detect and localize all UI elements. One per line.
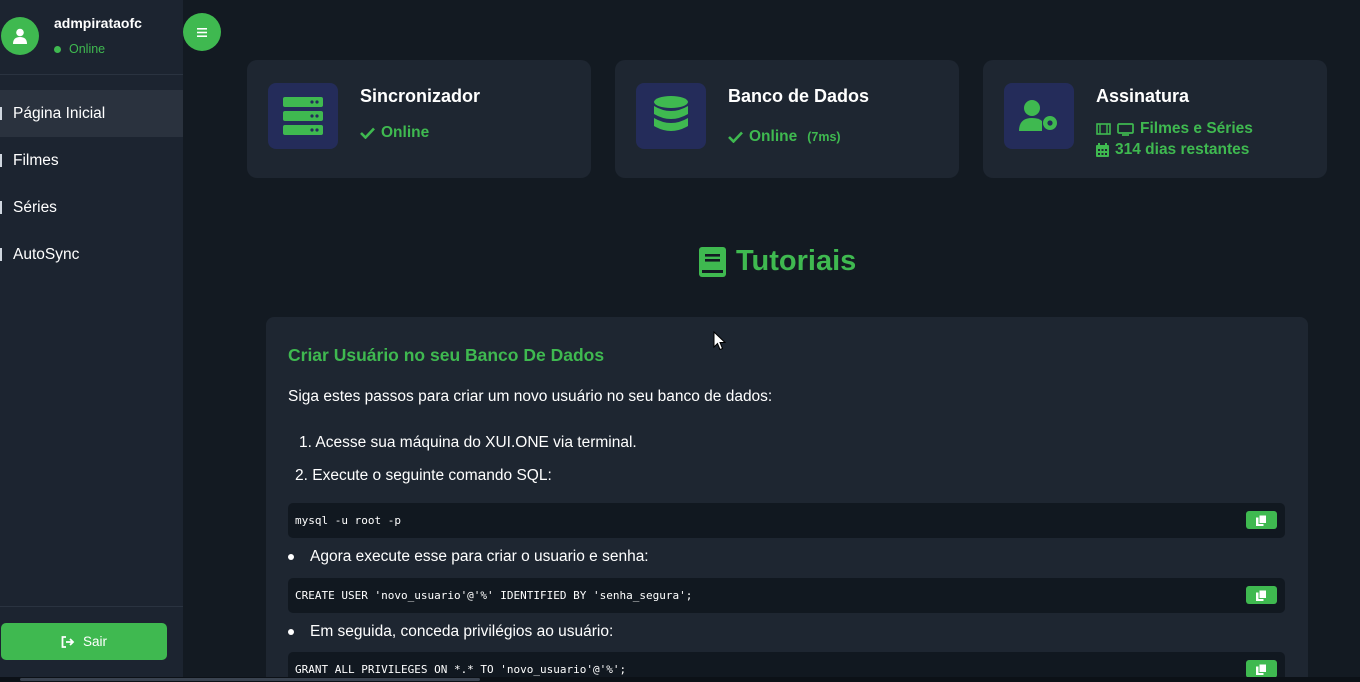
sidebar-item-autosync[interactable]: AutoSync bbox=[0, 231, 183, 278]
tutorial-title: Criar Usuário no seu Banco De Dados bbox=[288, 345, 605, 365]
check-icon bbox=[728, 131, 743, 143]
tutorial-panel: Criar Usuário no seu Banco De Dados Siga… bbox=[266, 317, 1308, 682]
sidebar-divider bbox=[0, 606, 183, 607]
calendar-icon bbox=[1096, 143, 1109, 157]
tutorial-intro: Siga estes passos para criar um novo usu… bbox=[288, 388, 773, 405]
sidebar: admpirataofc Online Página Inicial Filme… bbox=[0, 0, 183, 682]
code-text: mysql -u root -p bbox=[295, 514, 401, 527]
tv-icon bbox=[1117, 122, 1134, 136]
copy-icon bbox=[1256, 663, 1267, 675]
subscription-plan-label: Filmes e Séries bbox=[1140, 120, 1253, 137]
book-icon bbox=[699, 246, 726, 277]
username: admpirataofc bbox=[54, 15, 142, 31]
database-latency: (7ms) bbox=[807, 130, 841, 144]
user-cog-icon bbox=[1019, 100, 1057, 131]
sidebar-item-label: Séries bbox=[13, 198, 57, 216]
hamburger-icon bbox=[197, 27, 207, 37]
code-text: CREATE USER 'novo_usuario'@'%' IDENTIFIE… bbox=[295, 589, 693, 602]
tutorials-heading: Tutoriais bbox=[699, 245, 856, 278]
sidebar-item-label: Filmes bbox=[13, 151, 59, 169]
sign-out-icon bbox=[61, 635, 75, 648]
database-icon bbox=[654, 96, 688, 131]
status-dot-icon bbox=[54, 45, 61, 53]
film-icon bbox=[1096, 123, 1111, 135]
bullet-icon bbox=[288, 554, 294, 560]
tutorial-step-2: 2. Execute o seguinte comando SQL: bbox=[295, 467, 552, 484]
sync-card-title: Sincronizador bbox=[360, 86, 481, 106]
code-text: GRANT ALL PRIVILEGES ON *.* TO 'novo_usu… bbox=[295, 663, 627, 676]
sidebar-item-pagina-inicial[interactable]: Página Inicial bbox=[0, 90, 183, 137]
tutorial-step-1: 1. Acesse sua máquina do XUI.ONE via ter… bbox=[299, 434, 637, 451]
user-profile: admpirataofc Online bbox=[0, 0, 183, 75]
tutorial-bullet: Agora execute esse para criar o usuario … bbox=[288, 548, 649, 566]
database-icon-box bbox=[636, 83, 706, 149]
database-status-card: Banco de Dados Online (7ms) bbox=[615, 60, 959, 178]
tutorial-bullet-text: Em seguida, conceda privilégios ao usuár… bbox=[310, 623, 614, 640]
copy-button[interactable] bbox=[1246, 586, 1277, 604]
sidebar-item-series[interactable]: Séries bbox=[0, 184, 183, 231]
subscription-remaining: 314 dias restantes bbox=[1096, 141, 1249, 159]
tutorials-heading-label: Tutoriais bbox=[736, 245, 857, 277]
user-status-label: Online bbox=[69, 42, 106, 56]
copy-button[interactable] bbox=[1246, 660, 1277, 678]
subscription-remaining-label: 314 dias restantes bbox=[1115, 141, 1250, 158]
code-block: CREATE USER 'novo_usuario'@'%' IDENTIFIE… bbox=[288, 578, 1285, 613]
scrollbar-thumb[interactable] bbox=[20, 678, 480, 681]
sidebar-item-filmes[interactable]: Filmes bbox=[0, 137, 183, 184]
copy-icon bbox=[1256, 589, 1267, 601]
check-icon bbox=[360, 127, 375, 139]
copy-button[interactable] bbox=[1246, 511, 1277, 529]
copy-icon bbox=[1256, 514, 1267, 526]
logout-label: Sair bbox=[82, 634, 107, 649]
sidebar-item-label: Página Inicial bbox=[13, 104, 106, 122]
subscription-card: Assinatura Filmes e Séries 314 dias rest… bbox=[983, 60, 1327, 178]
sidebar-nav: Página Inicial Filmes Séries AutoSync bbox=[0, 90, 183, 278]
database-card-title: Banco de Dados bbox=[728, 86, 870, 106]
sidebar-item-label: AutoSync bbox=[13, 245, 80, 263]
subscription-card-title: Assinatura bbox=[1096, 86, 1190, 106]
database-status: Online (7ms) bbox=[728, 128, 841, 146]
avatar[interactable] bbox=[1, 17, 39, 55]
user-status: Online bbox=[54, 42, 105, 56]
server-icon bbox=[283, 97, 323, 135]
sync-status-label: Online bbox=[381, 124, 430, 141]
code-block: mysql -u root -p bbox=[288, 503, 1285, 538]
subscription-icon-box bbox=[1004, 83, 1074, 149]
menu-toggle-button[interactable] bbox=[183, 13, 221, 51]
user-icon bbox=[13, 28, 27, 44]
sync-icon-box bbox=[268, 83, 338, 149]
sync-status: Online bbox=[360, 124, 429, 142]
tutorial-bullet-text: Agora execute esse para criar o usuario … bbox=[310, 548, 649, 565]
database-status-label: Online bbox=[749, 128, 798, 145]
logout-button[interactable]: Sair bbox=[1, 623, 167, 660]
mouse-cursor-icon bbox=[713, 331, 726, 351]
subscription-plan: Filmes e Séries bbox=[1096, 120, 1253, 138]
bullet-icon bbox=[288, 629, 294, 635]
tutorial-bullet: Em seguida, conceda privilégios ao usuár… bbox=[288, 623, 613, 641]
sync-status-card: Sincronizador Online bbox=[247, 60, 591, 178]
